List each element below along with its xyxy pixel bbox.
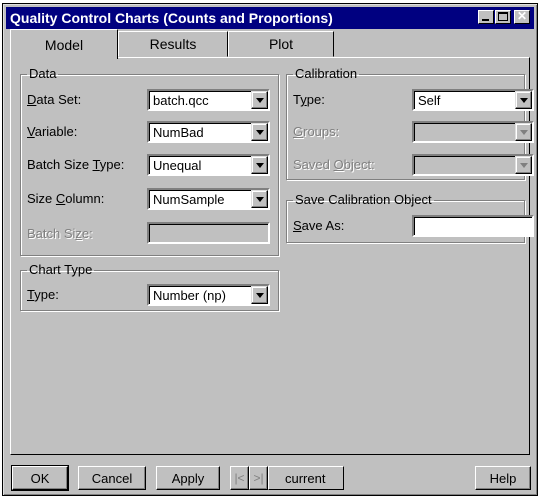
tab-page-model: Data Data Set: batch.qcc Variable: NumBa… xyxy=(10,57,534,455)
apply-button[interactable]: Apply xyxy=(156,466,220,490)
tab-plot-label: Plot xyxy=(268,36,294,52)
cancel-button[interactable]: Cancel xyxy=(78,466,146,490)
saved-object-label: Saved Object: xyxy=(293,157,375,172)
chevron-down-icon xyxy=(256,197,264,202)
size-column-label: Size Column: xyxy=(27,191,105,206)
tab-model-label: Model xyxy=(44,36,84,53)
first-page-button[interactable]: |< xyxy=(230,466,249,490)
window-title: Quality Control Charts (Counts and Propo… xyxy=(10,10,333,26)
chart-type-dropdown-button[interactable] xyxy=(251,286,268,304)
chevron-down-icon xyxy=(520,163,528,168)
variable-dropdown-button[interactable] xyxy=(251,123,268,141)
calibration-type-label: Type: xyxy=(293,92,325,107)
save-calibration-group-legend: Save Calibration Object xyxy=(295,192,432,207)
window-controls: ✕ xyxy=(477,9,530,24)
batch-size-type-label: Batch Size Type: xyxy=(27,157,125,172)
minimize-button[interactable] xyxy=(478,10,494,24)
close-icon: ✕ xyxy=(516,9,528,23)
current-page-indicator: current xyxy=(268,466,344,490)
chevron-down-icon xyxy=(256,130,264,135)
calibration-group-legend: Calibration xyxy=(295,66,358,81)
data-set-combo[interactable]: batch.qcc xyxy=(147,89,270,111)
data-set-value: batch.qcc xyxy=(153,93,209,108)
calibration-type-combo[interactable]: Self xyxy=(412,89,534,111)
data-set-label: Data Set: xyxy=(27,92,82,107)
maximize-button[interactable] xyxy=(495,10,511,24)
groups-combo[interactable] xyxy=(412,121,534,143)
size-column-combo[interactable]: NumSample xyxy=(147,188,270,210)
batch-size-type-dropdown-button[interactable] xyxy=(251,156,268,174)
save-as-label: Save As: xyxy=(293,218,345,233)
chevron-down-icon xyxy=(520,98,528,103)
ok-button[interactable]: OK xyxy=(11,465,69,491)
maximize-icon xyxy=(498,12,508,21)
groups-label: Groups: xyxy=(293,124,340,139)
batch-size-type-value: Unequal xyxy=(153,158,202,173)
size-column-value: NumSample xyxy=(153,192,225,207)
size-column-dropdown-button[interactable] xyxy=(251,190,268,208)
close-button[interactable]: ✕ xyxy=(514,9,530,24)
variable-label: Variable: xyxy=(27,124,78,139)
chevron-down-icon xyxy=(256,98,264,103)
groups-dropdown-button[interactable] xyxy=(515,123,532,141)
saved-object-combo[interactable] xyxy=(412,154,534,176)
calibration-type-dropdown-button[interactable] xyxy=(515,91,532,109)
batch-size-type-combo[interactable]: Unequal xyxy=(147,154,270,176)
batch-size-label: Batch Size: xyxy=(27,226,93,241)
calibration-type-value: Self xyxy=(418,93,441,108)
tab-results[interactable]: Results xyxy=(118,31,228,57)
data-set-dropdown-button[interactable] xyxy=(251,91,268,109)
chart-type-combo[interactable]: Number (np) xyxy=(147,284,270,306)
tab-plot[interactable]: Plot xyxy=(228,31,334,57)
last-page-button[interactable]: >| xyxy=(249,466,268,490)
tab-model[interactable]: Model xyxy=(10,29,118,59)
variable-combo[interactable]: NumBad xyxy=(147,121,270,143)
tab-results-label: Results xyxy=(149,36,197,52)
batch-size-input[interactable] xyxy=(147,222,270,244)
data-group-legend: Data xyxy=(29,66,57,81)
variable-value: NumBad xyxy=(153,125,204,140)
chart-type-value: Number (np) xyxy=(153,288,226,303)
chart-type-group-legend: Chart Type xyxy=(29,262,93,277)
title-bar[interactable]: Quality Control Charts (Counts and Propo… xyxy=(6,7,534,29)
saved-object-dropdown-button[interactable] xyxy=(515,156,532,174)
chevron-down-icon xyxy=(256,293,264,298)
chart-type-label: Type: xyxy=(27,287,59,302)
chevron-down-icon xyxy=(256,163,264,168)
minimize-icon xyxy=(482,19,489,21)
help-button[interactable]: Help xyxy=(475,466,531,490)
chevron-down-icon xyxy=(520,130,528,135)
save-as-input[interactable] xyxy=(412,215,534,237)
